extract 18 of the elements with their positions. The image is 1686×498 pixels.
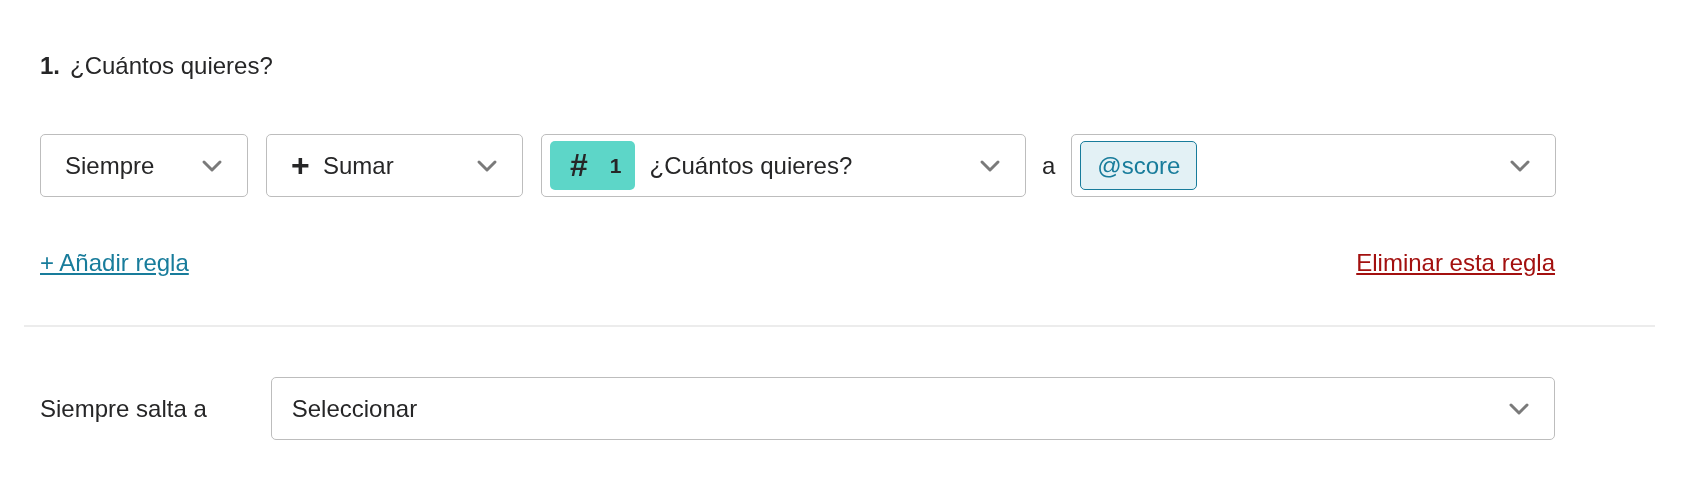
- connector-label: a: [1042, 151, 1056, 180]
- jump-label: Siempre salta a: [40, 394, 207, 423]
- target-dropdown[interactable]: @score: [1071, 134, 1557, 197]
- variable-tag: @score: [1080, 141, 1198, 190]
- question-number: 1.: [40, 52, 60, 80]
- question-title: ¿Cuántos quieres?: [70, 52, 273, 80]
- chevron-down-icon: [1507, 401, 1530, 416]
- chevron-down-icon: [979, 158, 1001, 173]
- add-rule-link[interactable]: + Añadir regla: [40, 249, 189, 277]
- question-badge: # 1: [550, 141, 636, 190]
- jump-dropdown[interactable]: Seleccionar: [270, 377, 1555, 440]
- source-dropdown[interactable]: # 1 ¿Cuántos quieres?: [541, 134, 1026, 197]
- condition-dropdown[interactable]: Siempre: [40, 134, 248, 197]
- operation-dropdown[interactable]: + Sumar: [266, 134, 523, 197]
- remove-rule-link[interactable]: Eliminar esta regla: [1356, 249, 1555, 277]
- chevron-down-icon: [201, 158, 223, 173]
- chevron-down-icon: [476, 158, 498, 173]
- chevron-down-icon: [1509, 158, 1532, 173]
